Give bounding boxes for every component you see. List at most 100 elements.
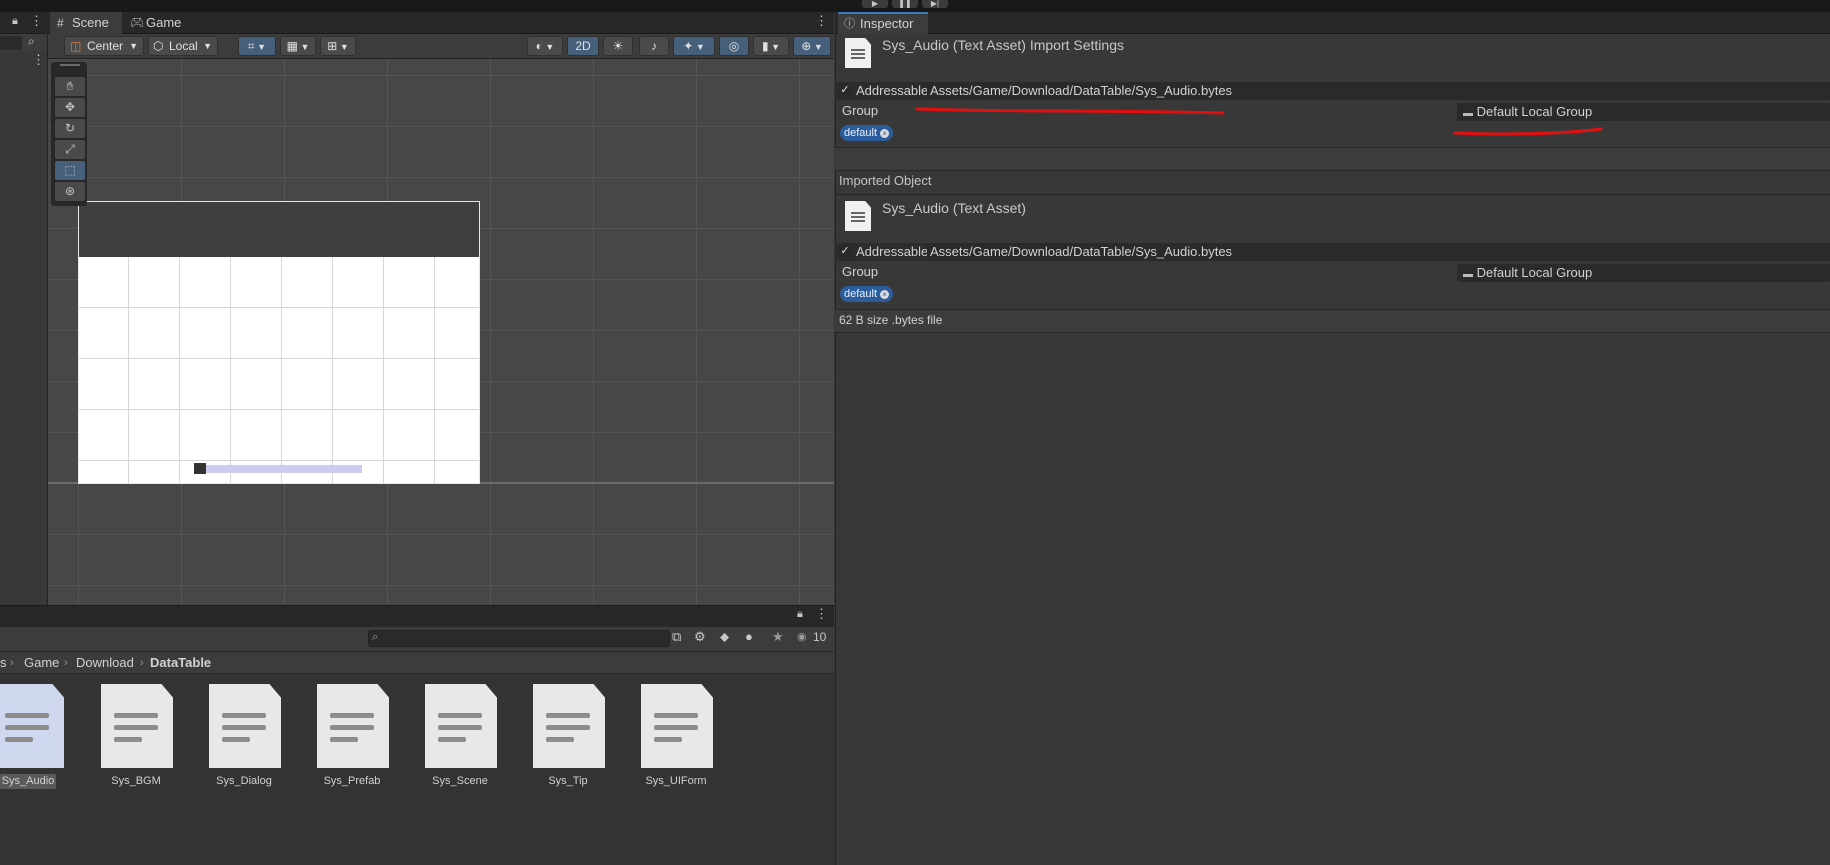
annotation-underline xyxy=(1453,127,1603,136)
file-label-sys-bgm[interactable]: Sys_BGM xyxy=(86,775,186,787)
address-value: Assets/Game/Download/DataTable/Sys_Audio… xyxy=(930,83,1233,98)
section-divider xyxy=(835,194,1830,195)
rect-tool-button[interactable]: ⬚ xyxy=(55,161,85,180)
file-label-sys-tip[interactable]: Sys_Tip xyxy=(518,775,618,787)
file-label-sys-uiform[interactable]: Sys_UIForm xyxy=(626,775,726,787)
breadcrumb-item-0[interactable]: s xyxy=(0,652,7,674)
scene-menu-icon[interactable]: ⋮ xyxy=(815,13,828,29)
breadcrumb-item-datatable[interactable]: DataTable xyxy=(150,652,211,674)
file-icon-sys-prefab[interactable] xyxy=(317,684,389,768)
file-label-sys-audio[interactable]: Sys_Audio xyxy=(0,775,78,787)
filter-type-icon[interactable]: ⚙ xyxy=(694,629,706,645)
favorite-star-icon[interactable]: ★ xyxy=(772,629,784,645)
file-icon-sys-bgm[interactable] xyxy=(101,684,173,768)
file-label-sys-prefab[interactable]: Sys_Prefab xyxy=(302,775,402,787)
label-tag[interactable]: default × xyxy=(840,125,894,141)
hand-tool-button[interactable]: ✋︎ xyxy=(55,77,85,96)
info-icon: ⓘ xyxy=(844,18,855,30)
address-field[interactable]: Assets/Game/Download/DataTable/Sys_Audio… xyxy=(927,82,1830,100)
import-settings-footer xyxy=(835,148,1830,170)
chevron-down-icon: ▼ xyxy=(203,41,212,51)
issues-icon[interactable]: ● xyxy=(745,629,753,644)
inspector-tab-bar xyxy=(835,12,1830,34)
pivot-dropdown[interactable]: ◫ Center ▼ xyxy=(64,36,144,56)
align-button[interactable]: ⊞ ▼ xyxy=(320,36,356,56)
increment-snap-button[interactable]: ▦ ▼ xyxy=(280,36,316,56)
lock-icon[interactable]: 🔒︎ xyxy=(797,608,803,621)
file-icon-sys-tip[interactable] xyxy=(533,684,605,768)
rotate-tool-button[interactable]: ↻ xyxy=(55,119,85,138)
address-value: Assets/Game/Download/DataTable/Sys_Audio… xyxy=(930,244,1233,259)
pivot-label: Center xyxy=(87,39,124,53)
kebab-menu-icon[interactable]: ⋮ xyxy=(30,13,43,29)
space-label: Local xyxy=(169,39,198,53)
group-label: Group xyxy=(842,103,879,118)
play-button[interactable]: ▶ xyxy=(862,0,888,8)
tab-game[interactable]: 🎮︎ Game xyxy=(124,12,196,34)
group-label: Group xyxy=(842,264,879,279)
grid-snap-button[interactable]: ⌗ ▼ xyxy=(238,36,276,56)
tag-icon[interactable]: ⬥ xyxy=(720,629,729,645)
visibility-toggle[interactable]: ◎ xyxy=(719,36,749,56)
project-search-input[interactable]: ⌕ xyxy=(368,630,670,647)
text-asset-icon xyxy=(845,38,871,68)
ui-slider-fill[interactable] xyxy=(204,465,362,473)
addressable-checkbox[interactable]: ✓ xyxy=(838,83,852,97)
addressable-checkbox[interactable]: ✓ xyxy=(838,244,852,258)
tab-inspector[interactable]: ⓘ Inspector xyxy=(838,12,928,34)
pause-button[interactable]: ❚❚ xyxy=(892,0,918,8)
chevron-down-icon: ▼ xyxy=(811,42,823,52)
lighting-toggle[interactable]: ☀ xyxy=(603,36,633,56)
hierarchy-menu-icon[interactable]: ⋮ xyxy=(32,52,45,68)
section-divider xyxy=(835,170,1830,171)
ui-slider-handle[interactable] xyxy=(194,463,206,474)
hierarchy-search-input[interactable] xyxy=(0,36,22,50)
size-info: 62 B size .bytes file xyxy=(839,313,943,327)
breadcrumb-item-game[interactable]: Game xyxy=(24,652,59,674)
move-icon: ✥ xyxy=(64,100,76,114)
shading-mode-button[interactable]: ◐ ▼ xyxy=(527,36,563,56)
file-icon-sys-scene[interactable] xyxy=(425,684,497,768)
transform-tool-button[interactable]: ⊛ xyxy=(55,182,85,201)
space-dropdown[interactable]: ⬡ Local ▼ xyxy=(148,36,218,56)
chevron-down-icon: ▼ xyxy=(297,42,310,52)
remove-tag-icon[interactable]: × xyxy=(880,289,890,299)
tab-scene[interactable]: # Scene xyxy=(50,12,122,34)
effects-toggle[interactable]: ✦ ▼ xyxy=(673,36,715,56)
file-icon-sys-audio[interactable] xyxy=(0,684,64,768)
audio-toggle[interactable]: ♪ xyxy=(639,36,669,56)
pivot-icon: ◫ xyxy=(70,39,82,53)
group-dropdown[interactable]: ▬ Default Local Group xyxy=(1457,103,1830,121)
hidden-count-eye-icon[interactable]: ◉ xyxy=(797,630,807,643)
file-icon-sys-dialog[interactable] xyxy=(209,684,281,768)
folder-icon: ▬ xyxy=(1463,108,1473,119)
file-label-sys-dialog[interactable]: Sys_Dialog xyxy=(194,775,294,787)
breadcrumb: s › Game › Download › DataTable xyxy=(0,652,834,674)
group-value: Default Local Group xyxy=(1476,104,1593,119)
lock-icon[interactable]: 🔒︎ xyxy=(12,15,18,28)
remove-tag-icon[interactable]: × xyxy=(880,128,890,138)
gizmos-button[interactable]: ⊕ ▼ xyxy=(793,36,831,56)
chevron-down-icon: ▼ xyxy=(542,42,555,52)
search-scene-icon[interactable]: ⌕ xyxy=(28,34,35,49)
address-field[interactable]: Assets/Game/Download/DataTable/Sys_Audio… xyxy=(927,243,1830,261)
group-dropdown[interactable]: ▬ Default Local Group xyxy=(1457,264,1830,282)
toggle-2d-button[interactable]: 2D xyxy=(567,36,599,56)
camera-button[interactable]: ▮ ▼ xyxy=(753,36,789,56)
size-info-bar xyxy=(835,310,1830,332)
breadcrumb-item-download[interactable]: Download xyxy=(76,652,134,674)
move-tool-button[interactable]: ✥ xyxy=(55,98,85,117)
step-button[interactable]: ▶| xyxy=(922,0,948,8)
search-icon: ⌕ xyxy=(372,631,379,643)
label-tag[interactable]: default × xyxy=(840,286,894,302)
imported-object-title: Sys_Audio (Text Asset) xyxy=(882,200,1026,216)
tool-palette-grip[interactable] xyxy=(60,64,80,66)
chevron-down-icon: ▼ xyxy=(129,41,138,51)
project-menu-icon[interactable]: ⋮ xyxy=(815,606,828,622)
search-by-type-icon[interactable]: ⧉ xyxy=(672,629,681,645)
scale-tool-button[interactable]: ⤢ xyxy=(55,140,85,159)
increment-snap-icon: ▦ xyxy=(286,39,298,53)
file-label-sys-scene[interactable]: Sys_Scene xyxy=(410,775,510,787)
grid-snap-icon: ⌗ xyxy=(247,39,255,53)
file-icon-sys-uiform[interactable] xyxy=(641,684,713,768)
